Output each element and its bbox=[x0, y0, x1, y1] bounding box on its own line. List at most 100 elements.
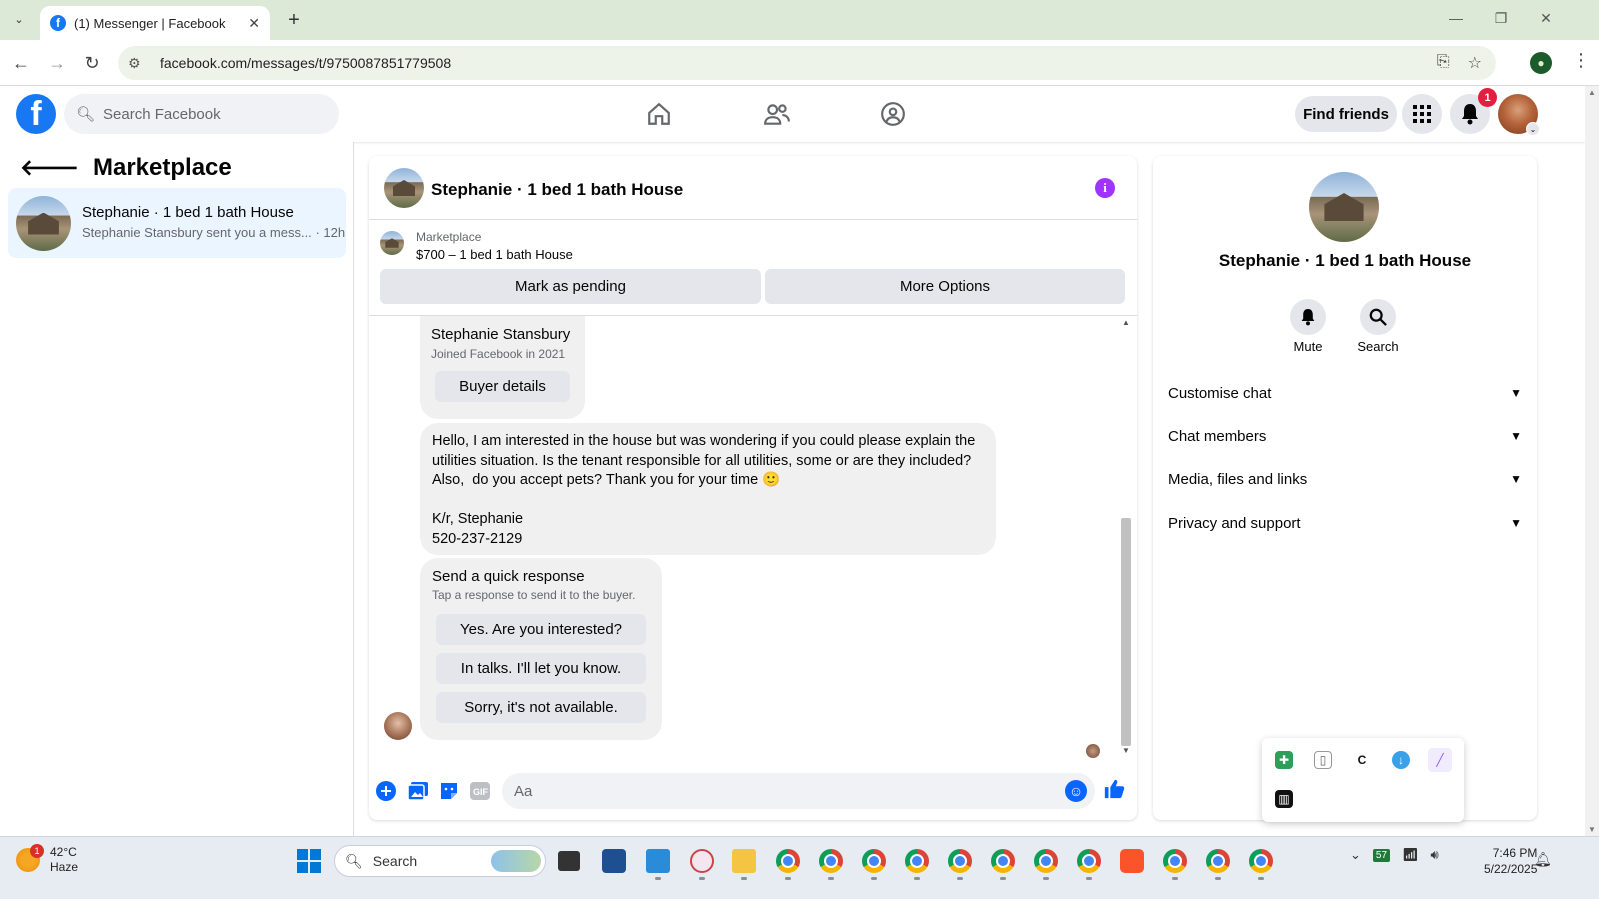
chrome-icon[interactable] bbox=[1034, 849, 1058, 873]
media-files-links-section[interactable]: Media, files and links ▼ bbox=[1168, 459, 1524, 499]
privacy-support-section[interactable]: Privacy and support ▼ bbox=[1168, 503, 1524, 543]
listing-price[interactable]: $700 – 1 bed 1 bath House bbox=[416, 247, 573, 262]
groups-icon[interactable] bbox=[875, 96, 911, 132]
window-close-icon[interactable]: ✕ bbox=[1536, 10, 1556, 27]
facebook-header: f 🔍︎ Search Facebook Find friends bbox=[0, 86, 1585, 142]
mute-bell-icon[interactable] bbox=[1290, 299, 1326, 335]
download-extension-icon[interactable]: ↓ bbox=[1392, 751, 1410, 769]
menu-grid-icon[interactable] bbox=[1402, 94, 1442, 134]
chrome-icon[interactable] bbox=[1206, 849, 1230, 873]
gif-icon[interactable]: GIF bbox=[469, 780, 491, 802]
chrome-icon[interactable] bbox=[1163, 849, 1187, 873]
chrome-icon[interactable] bbox=[991, 849, 1015, 873]
chrome-icon[interactable] bbox=[1249, 849, 1273, 873]
c-extension-icon[interactable]: C bbox=[1353, 751, 1371, 769]
chrome-icon[interactable] bbox=[819, 849, 843, 873]
scroll-down-icon[interactable]: ▼ bbox=[1588, 825, 1596, 834]
store-icon[interactable] bbox=[602, 849, 626, 873]
wifi-icon[interactable]: 📶︎ bbox=[1402, 847, 1419, 863]
info-icon[interactable]: i bbox=[1095, 178, 1115, 198]
quick-response-unavailable-button[interactable]: Sorry, it's not available. bbox=[436, 692, 646, 723]
search-highlight-image bbox=[491, 850, 541, 872]
clock[interactable]: 7:46 PM 5/22/2025 bbox=[1484, 845, 1537, 877]
weather-widget[interactable]: 1 42°C Haze bbox=[16, 844, 78, 875]
details-avatar[interactable] bbox=[1309, 172, 1379, 242]
browser-profile-icon[interactable]: ● bbox=[1530, 52, 1552, 74]
emoji-icon[interactable]: ☺ bbox=[1065, 780, 1087, 802]
friends-icon[interactable] bbox=[759, 96, 795, 132]
sticker-icon[interactable] bbox=[438, 780, 460, 802]
chevron-down-icon: ⌄ bbox=[1526, 122, 1540, 136]
plus-circle-icon[interactable] bbox=[375, 780, 397, 802]
scroll-up-icon[interactable]: ▲ bbox=[1588, 88, 1596, 97]
chrome-icon[interactable] bbox=[948, 849, 972, 873]
find-friends-button[interactable]: Find friends bbox=[1295, 96, 1397, 132]
conversation-item[interactable]: Stephanie · 1 bed 1 bath House Stephanie… bbox=[8, 188, 346, 258]
task-view-icon[interactable] bbox=[558, 851, 580, 871]
thread-scrollbar[interactable]: ▲ ▼ bbox=[1119, 316, 1133, 762]
system-tray: ⌄ 57 📶︎ 🔊︎ bbox=[1350, 847, 1439, 863]
quick-response-yes-button[interactable]: Yes. Are you interested? bbox=[436, 614, 646, 645]
minimize-icon[interactable]: — bbox=[1446, 10, 1466, 26]
address-bar[interactable]: ⚙ facebook.com/messages/t/97500878517795… bbox=[118, 46, 1496, 80]
app-icon[interactable] bbox=[646, 849, 670, 873]
conversation-name: Stephanie · 1 bed 1 bath House bbox=[82, 204, 294, 221]
mark-as-pending-button[interactable]: Mark as pending bbox=[380, 269, 761, 304]
tray-app-icon[interactable]: 57 bbox=[1372, 848, 1391, 862]
brave-icon[interactable] bbox=[1120, 849, 1144, 873]
page-scrollbar[interactable]: ▲ ▼ bbox=[1585, 86, 1599, 836]
chart-extension-icon[interactable]: ▥ bbox=[1275, 790, 1293, 808]
chrome-icon[interactable] bbox=[1077, 849, 1101, 873]
message-composer: GIF Aa ☺ bbox=[369, 766, 1137, 820]
home-icon[interactable] bbox=[641, 96, 677, 132]
scroll-down-icon[interactable]: ▼ bbox=[1122, 746, 1130, 755]
more-options-button[interactable]: More Options bbox=[765, 269, 1125, 304]
scroll-up-icon[interactable]: ▲ bbox=[1122, 318, 1130, 327]
chrome-icon[interactable] bbox=[862, 849, 886, 873]
message-bubble[interactable]: Hello, I am interested in the house but … bbox=[420, 423, 996, 555]
taskbar-search[interactable]: 🔍︎ Search bbox=[334, 845, 546, 877]
chrome-icon[interactable] bbox=[905, 849, 929, 873]
tab-close-icon[interactable]: ✕ bbox=[248, 15, 260, 32]
facebook-search-input[interactable]: 🔍︎ Search Facebook bbox=[64, 94, 339, 134]
file-explorer-icon[interactable] bbox=[732, 849, 756, 873]
photo-icon[interactable] bbox=[407, 780, 429, 802]
browser-tab[interactable]: f (1) Messenger | Facebook ✕ bbox=[40, 6, 270, 40]
chrome-icon[interactable] bbox=[776, 849, 800, 873]
new-tab-button[interactable]: + bbox=[282, 8, 306, 32]
back-arrow-icon[interactable]: 🡐 bbox=[20, 155, 79, 181]
forward-icon[interactable]: → bbox=[44, 50, 70, 76]
back-icon[interactable]: ← bbox=[8, 50, 34, 76]
facebook-logo-icon[interactable]: f bbox=[16, 94, 56, 134]
pen-extension-icon[interactable]: ╱ bbox=[1428, 748, 1452, 772]
thumbs-up-icon[interactable] bbox=[1103, 778, 1125, 800]
quick-response-talks-button[interactable]: In talks. I'll let you know. bbox=[436, 653, 646, 684]
tab-search-button[interactable]: ⌄ bbox=[8, 8, 30, 30]
doc-extension-icon[interactable]: ▯ bbox=[1314, 751, 1332, 769]
install-app-icon[interactable]: ⎘ bbox=[1437, 53, 1450, 73]
account-avatar[interactable]: ⌄ bbox=[1498, 94, 1540, 136]
bookmark-star-icon[interactable]: ☆ bbox=[1468, 53, 1482, 73]
volume-icon[interactable]: 🔊︎ bbox=[1431, 847, 1439, 863]
search-icon[interactable] bbox=[1360, 299, 1396, 335]
scrollbar-thumb[interactable] bbox=[1121, 518, 1131, 746]
tray-overflow-chevron-icon[interactable]: ⌄ bbox=[1350, 847, 1361, 863]
running-indicator bbox=[957, 877, 963, 880]
message-input[interactable]: Aa ☺ bbox=[502, 773, 1095, 809]
panel-title: Marketplace bbox=[93, 154, 232, 181]
sender-avatar[interactable] bbox=[384, 712, 412, 740]
section-label: Chat members bbox=[1168, 427, 1267, 445]
chat-title[interactable]: Stephanie · 1 bed 1 bath House bbox=[431, 180, 683, 200]
reload-icon[interactable]: ↻ bbox=[79, 50, 105, 76]
notification-center-icon[interactable]: 🔔︎ bbox=[1534, 851, 1552, 868]
chat-avatar[interactable] bbox=[384, 168, 424, 208]
site-info-icon[interactable]: ⚙ bbox=[128, 55, 148, 72]
app-icon[interactable] bbox=[690, 849, 714, 873]
browser-menu-icon[interactable]: ⋮ bbox=[1572, 50, 1590, 71]
buyer-details-button[interactable]: Buyer details bbox=[435, 371, 570, 402]
chat-members-section[interactable]: Chat members ▼ bbox=[1168, 416, 1524, 456]
customise-chat-section[interactable]: Customise chat ▼ bbox=[1168, 373, 1524, 413]
windows-start-icon[interactable] bbox=[297, 849, 321, 873]
puzzle-extension-icon[interactable]: ✚ bbox=[1275, 751, 1293, 769]
restore-icon[interactable]: ❐ bbox=[1491, 10, 1511, 27]
